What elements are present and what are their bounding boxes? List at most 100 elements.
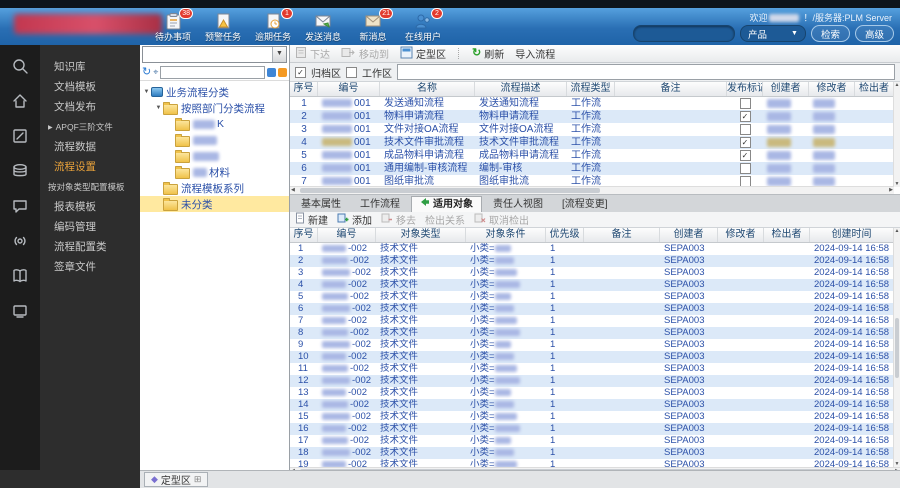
published-checkbox[interactable]: ✓: [739, 137, 751, 148]
detail-toolbar-button[interactable]: 移去: [381, 212, 416, 227]
search-go-icon[interactable]: [267, 67, 276, 77]
topbar-tool[interactable]: 38 待办事项: [148, 8, 198, 43]
book-icon[interactable]: [11, 267, 29, 285]
column-header[interactable]: 对象条件: [466, 228, 546, 242]
database-icon[interactable]: [11, 162, 29, 180]
table-row[interactable]: 3 -002 技术文件 小类= 1 SEPA003 2024-09-14 16:58: [290, 267, 900, 279]
table-row[interactable]: 13 -002 技术文件 小类= 1 SEPA003 2024-09-14 16:58: [290, 387, 900, 399]
table-row[interactable]: 4 001 技术文件审批流程 技术文件审批流程 工作流 ✓: [290, 136, 900, 149]
column-header[interactable]: 流程描述: [475, 82, 567, 96]
column-header[interactable]: 修改者: [809, 82, 855, 96]
toolbar-button[interactable]: 移动到: [341, 46, 389, 62]
tab-责任人视图[interactable]: 责任人视图: [485, 197, 551, 212]
column-header[interactable]: 发布标记: [727, 82, 763, 96]
edit-icon[interactable]: [11, 127, 29, 145]
table-row[interactable]: 12 -002 技术文件 小类= 1 SEPA003 2024-09-14 16:58: [290, 375, 900, 387]
detail-toolbar-button[interactable]: 添加: [337, 212, 372, 227]
sidebar-item[interactable]: 流程配置类: [40, 237, 140, 257]
sidebar-item[interactable]: ▶ APQF三阶文件: [40, 117, 140, 137]
process-table-vscrollbar[interactable]: ▲ ▼: [893, 82, 900, 187]
toolbar-button[interactable]: 下达: [295, 46, 330, 62]
column-header[interactable]: 名称: [380, 82, 475, 96]
tree-filter-select[interactable]: ▼: [142, 46, 287, 63]
column-header[interactable]: 修改者: [718, 228, 764, 242]
table-row[interactable]: 1 001 发送通知流程 发送通知流程 工作流: [290, 97, 900, 110]
tree-node[interactable]: ▼ 按照部门分类流程: [140, 100, 289, 116]
column-header[interactable]: 流程类型: [567, 82, 615, 96]
topbar-tool[interactable]: 预警任务: [198, 11, 248, 43]
column-header[interactable]: 检出者: [764, 228, 810, 242]
hscroll-thumb[interactable]: [300, 188, 600, 193]
table-row[interactable]: 18 -002 技术文件 小类= 1 SEPA003 2024-09-14 16:58: [290, 447, 900, 459]
column-header[interactable]: 序号: [290, 82, 318, 96]
table-row[interactable]: 9 -002 技术文件 小类= 1 SEPA003 2024-09-14 16:58: [290, 339, 900, 351]
column-header[interactable]: 备注: [584, 228, 660, 242]
table-row[interactable]: 19 -002 技术文件 小类= 1 SEPA003 2024-09-14 16:58: [290, 459, 900, 467]
global-search-input[interactable]: [632, 25, 735, 42]
column-header[interactable]: 创建者: [763, 82, 809, 96]
tab-适用对象[interactable]: 适用对象: [411, 196, 482, 212]
sidebar-item[interactable]: 文档模板: [40, 77, 140, 97]
topbar-tool[interactable]: 2 在线用户: [398, 8, 448, 43]
detail-toolbar-button[interactable]: 检出关系: [425, 212, 465, 227]
column-header[interactable]: 检出者: [855, 82, 894, 96]
sidebar-item[interactable]: 签章文件: [40, 257, 140, 277]
table-row[interactable]: 6 -002 技术文件 小类= 1 SEPA003 2024-09-14 16:58: [290, 303, 900, 315]
published-checkbox[interactable]: [739, 163, 751, 174]
published-checkbox[interactable]: ✓: [739, 150, 751, 161]
vscroll-thumb[interactable]: [895, 317, 899, 378]
table-row[interactable]: 2 -002 技术文件 小类= 1 SEPA003 2024-09-14 16:58: [290, 255, 900, 267]
table-row[interactable]: 1 -002 技术文件 小类= 1 SEPA003 2024-09-14 16:58: [290, 243, 900, 255]
chat-icon[interactable]: [11, 197, 29, 215]
sidebar-item[interactable]: 流程设置: [40, 157, 140, 177]
scroll-down-icon[interactable]: ▼: [895, 181, 900, 187]
workspace-checkbox[interactable]: [346, 66, 357, 78]
monitor-icon[interactable]: [11, 302, 29, 320]
sidebar-item[interactable]: 知识库: [40, 57, 140, 77]
home-icon[interactable]: [11, 92, 29, 110]
tab-工作流程[interactable]: 工作流程: [352, 197, 408, 212]
archive-checkbox[interactable]: ✓: [295, 66, 306, 78]
table-row[interactable]: 6 001 通用编制-审核流程 编制-审核 工作流: [290, 162, 900, 175]
table-row[interactable]: 2 001 物料申请流程 物料申请流程 工作流 ✓: [290, 110, 900, 123]
table-row[interactable]: 5 -002 技术文件 小类= 1 SEPA003 2024-09-14 16:58: [290, 291, 900, 303]
topbar-tool[interactable]: 1 逾期任务: [248, 8, 298, 43]
tab-流程变更[interactable]: [流程变更]: [554, 197, 616, 212]
tree-node[interactable]: [140, 132, 289, 148]
column-header[interactable]: 序号: [290, 228, 318, 242]
table-row[interactable]: 4 -002 技术文件 小类= 1 SEPA003 2024-09-14 16:58: [290, 279, 900, 291]
tree-node[interactable]: 材料: [140, 164, 289, 180]
sidebar-item[interactable]: 报表模板: [40, 197, 140, 217]
table-row[interactable]: 14 -002 技术文件 小类= 1 SEPA003 2024-09-14 16:58: [290, 399, 900, 411]
advanced-search-button[interactable]: 高级: [854, 25, 894, 42]
tree-filter-icon[interactable]: [278, 67, 287, 77]
tree-node[interactable]: 流程模板系列: [140, 180, 289, 196]
column-header[interactable]: 对象类型: [376, 228, 466, 242]
table-row[interactable]: 5 001 成品物料申请流程 成品物料申请流程 工作流 ✓: [290, 149, 900, 162]
scroll-up-icon[interactable]: ▲: [895, 228, 900, 234]
detail-toolbar-button[interactable]: 新建: [295, 212, 328, 227]
sidebar-item[interactable]: 流程数据: [40, 137, 140, 157]
tree-node[interactable]: ▼ 业务流程分类: [140, 84, 289, 100]
search-button[interactable]: 检索: [810, 25, 850, 42]
tree-node[interactable]: [140, 148, 289, 164]
table-row[interactable]: 16 -002 技术文件 小类= 1 SEPA003 2024-09-14 16:58: [290, 423, 900, 435]
toolbar-button[interactable]: 定型区: [400, 46, 446, 62]
scroll-up-icon[interactable]: ▲: [895, 82, 900, 88]
published-checkbox[interactable]: ✓: [739, 111, 751, 122]
tree-node[interactable]: K: [140, 116, 289, 132]
column-header[interactable]: 优先级: [546, 228, 584, 242]
sidebar-item[interactable]: 按对象类型配置模板: [40, 177, 140, 197]
process-table-hscrollbar[interactable]: ◀ ▶: [290, 186, 894, 194]
column-header[interactable]: 创建时间: [810, 228, 894, 242]
search-icon[interactable]: [11, 57, 29, 75]
locate-node-icon[interactable]: ⌖: [153, 65, 158, 79]
table-row[interactable]: 7 -002 技术文件 小类= 1 SEPA003 2024-09-14 16:58: [290, 315, 900, 327]
column-header[interactable]: 编号: [318, 82, 380, 96]
column-header[interactable]: 创建者: [660, 228, 718, 242]
tree-search-input[interactable]: [160, 65, 265, 79]
filter-query-input[interactable]: [397, 64, 895, 80]
published-checkbox[interactable]: [739, 124, 751, 135]
topbar-tool[interactable]: 21 新消息: [348, 8, 398, 43]
column-header[interactable]: 编号: [318, 228, 376, 242]
